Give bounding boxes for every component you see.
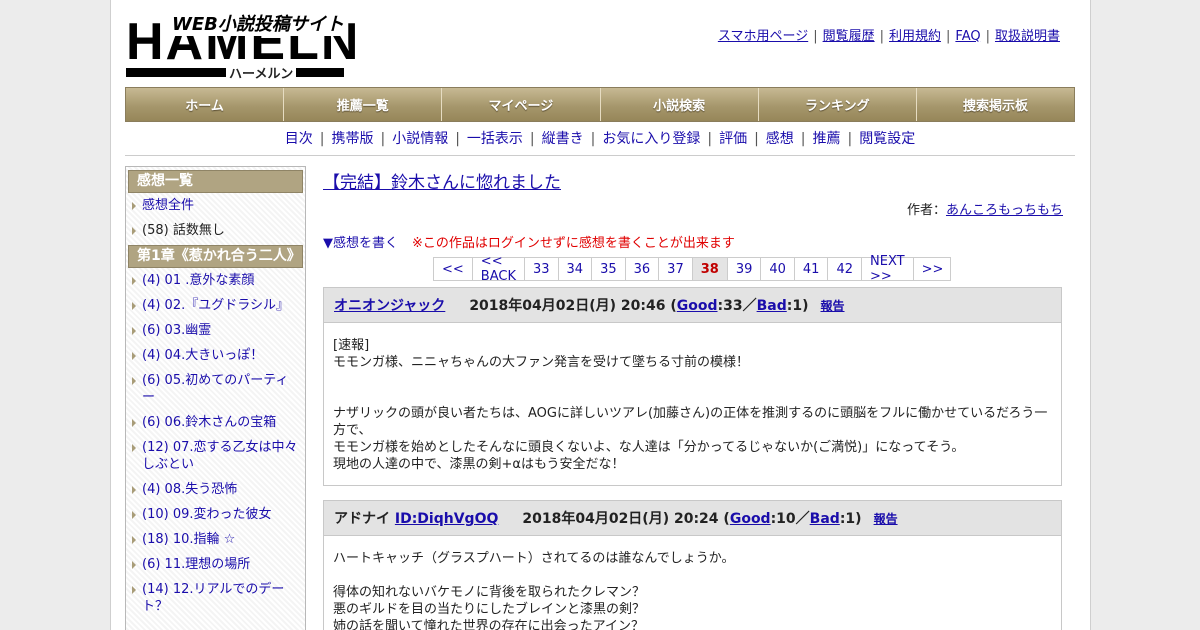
nav-home[interactable]: ホーム: [126, 88, 285, 121]
write-review-row: ▼感想を書く ※この作品はログインせずに感想を書くことが出来ます: [323, 232, 1063, 251]
good-count: :33／: [717, 298, 757, 314]
sidebar-item-episode[interactable]: (6) 03.幽霊: [128, 318, 303, 343]
sidebar-item-episode[interactable]: (4) 04.大きいっぽ！: [128, 343, 303, 368]
review-card: アドナイ ID:DiqhVgOQ 2018年04月02日(月) 20:24 (Go…: [323, 500, 1062, 630]
sidebar-item-episode[interactable]: (6) 05.初めてのパーティー: [128, 368, 303, 410]
page-number[interactable]: 34: [559, 258, 593, 280]
reviewer-name-link[interactable]: オニオンジャック: [334, 298, 445, 314]
review-line: ナザリックの頭が良い者たちは、AOGに詳しいツアレ(加藤さん)の正体を推測するの…: [333, 406, 1048, 438]
good-link[interactable]: Good: [730, 511, 771, 527]
header-links: スマホ用ページ | 閲覧履歴 | 利用規約 | FAQ | 取扱説明書: [717, 29, 1060, 44]
sidebar-item-episode[interactable]: (18) 10.指輪 ☆: [128, 527, 303, 552]
page-number[interactable]: 41: [795, 258, 829, 280]
review-line: モモンガ様を始めとしたそんなに頭良くないよ、な人達は「分かってるじゃないか(ご満…: [333, 440, 965, 455]
logo-sub: ハーメルン: [226, 63, 297, 82]
main-nav: ホーム 推薦一覧 マイページ 小説検索 ランキング 捜索掲示板: [125, 87, 1075, 122]
nav-recommend[interactable]: 推薦一覧: [284, 88, 443, 121]
sidebar-item-episode[interactable]: (4) 02.『ユグドラシル』: [128, 293, 303, 318]
sidebar-item-all[interactable]: 感想全件: [128, 193, 303, 218]
review-body: [速報] モモンガ様、ニニャちゃんの大ファン発言を受けて墜ちる寸前の模様！ ナザ…: [324, 323, 1061, 485]
review-date: 2018年04月02日(月) 20:46: [469, 298, 666, 314]
reviewer-name: アドナイ: [334, 511, 390, 527]
link-faq[interactable]: FAQ: [955, 29, 980, 44]
review-line: ハートキャッチ（グラスプハート）されてるのは誰なんでしょうか。: [333, 551, 735, 566]
sidebar-item-episode[interactable]: (6) 06.鈴木さんの宝箱: [128, 410, 303, 435]
reviewer-id-link[interactable]: ID:DiqhVgOQ: [395, 511, 499, 527]
sidebar-item-episode[interactable]: (14) 12.リアルでのデート？: [128, 577, 303, 619]
link-history[interactable]: 閲覧履歴: [823, 29, 875, 44]
nav-search[interactable]: 小説検索: [600, 88, 759, 121]
nav-ranking[interactable]: ランキング: [758, 88, 917, 121]
page-back[interactable]: << BACK: [473, 254, 525, 284]
subnav-settings[interactable]: 閲覧設定: [859, 131, 915, 147]
page-number[interactable]: 40: [761, 258, 795, 280]
sidebar-item-episode[interactable]: (6) 11.理想の場所: [128, 552, 303, 577]
subnav-info[interactable]: 小説情報: [392, 131, 448, 147]
good-link[interactable]: Good: [677, 298, 718, 314]
sidebar-item-episode[interactable]: (10) 09.変わった彼女: [128, 502, 303, 527]
novel-title: 【完結】鈴木さんに惚れました: [323, 168, 1063, 193]
subnav-all[interactable]: 一括表示: [467, 131, 523, 147]
bad-link[interactable]: Bad: [757, 298, 787, 314]
page-number[interactable]: 36: [626, 258, 660, 280]
review-line: モモンガ様、ニニャちゃんの大ファン発言を受けて墜ちる寸前の模様！: [333, 355, 750, 370]
sidebar-item-episode[interactable]: (4) 01 .意外な素顔: [128, 268, 303, 293]
page-number[interactable]: 37: [659, 258, 693, 280]
review-date: 2018年04月02日(月) 20:24: [522, 511, 719, 527]
subnav-favorite[interactable]: お気に入り登録: [602, 131, 700, 147]
sidebar-item-no-episode: (58) 話数無し: [128, 218, 303, 243]
author-link[interactable]: あんころもっちもち: [946, 203, 1063, 218]
report-link[interactable]: 報告: [874, 512, 898, 526]
sidebar-heading: 感想一覧: [128, 170, 303, 193]
sidebar-chapter-heading: 第1章《惹かれ合う二人》: [128, 245, 303, 268]
sidebar-item-episode[interactable]: (12) 07.恋する乙女は中々しぶとい: [128, 435, 303, 477]
subnav-reviews[interactable]: 感想: [766, 131, 794, 147]
bad-count: :1): [839, 511, 862, 527]
nav-mypage[interactable]: マイページ: [442, 88, 601, 121]
review-card: オニオンジャック 2018年04月02日(月) 20:46 (Good:33／Ba…: [323, 287, 1062, 486]
review-header: アドナイ ID:DiqhVgOQ 2018年04月02日(月) 20:24 (Go…: [324, 501, 1061, 536]
subnav-toc[interactable]: 目次: [285, 131, 313, 147]
page: HAMELN WEB小説投稿サイト ハーメルン スマホ用ページ | 閲覧履歴 | 利用規…: [110, 0, 1091, 630]
subnav-mobile[interactable]: 携帯版: [331, 131, 373, 147]
page-number[interactable]: 33: [525, 258, 559, 280]
good-count: :10／: [770, 511, 810, 527]
page-current: 38: [692, 258, 728, 280]
link-manual[interactable]: 取扱説明書: [995, 29, 1060, 44]
subnav-vertical[interactable]: 縦書き: [542, 131, 584, 147]
page-number[interactable]: 39: [728, 258, 762, 280]
review-line: 現地の人達の中で、漆黒の剣+αはもう安全だな！: [333, 457, 625, 472]
logo-tagline: WEB小説投稿サイト: [170, 10, 346, 36]
novel-title-link[interactable]: 【完結】鈴木さんに惚れました: [323, 173, 561, 193]
page-number[interactable]: 42: [828, 258, 862, 280]
review-line: 悪のギルドを目の当たりにしたブレインと漆黒の剣？: [333, 602, 646, 617]
report-link[interactable]: 報告: [821, 299, 845, 313]
guest-review-notice: ※この作品はログインせずに感想を書くことが出来ます: [412, 236, 735, 251]
sub-nav: 目次 | 携帯版 | 小説情報 | 一括表示 | 縦書き | お気に入り登録 | 評価 | 感想 | 推薦 | 閲覧…: [125, 128, 1075, 156]
write-review-link[interactable]: ▼感想を書く: [323, 236, 398, 251]
pagination: << << BACK 33 34 35 36 37 38 39 40 41 42…: [433, 254, 952, 284]
bad-count: :1): [786, 298, 809, 314]
review-line: 得体の知れないバケモノに背後を取られたクレマン？: [333, 585, 646, 600]
page-last[interactable]: >>: [914, 258, 952, 280]
page-number[interactable]: 35: [592, 258, 626, 280]
main-content: 【完結】鈴木さんに惚れました 作者：あんころもっちもち ▼感想を書く ※この作品は…: [323, 166, 1063, 630]
review-line: [速報]: [333, 338, 370, 353]
page-next[interactable]: NEXT >>: [862, 254, 914, 284]
page-first[interactable]: <<: [434, 258, 473, 280]
sidebar-item-episode[interactable]: (4) 08.失う恐怖: [128, 477, 303, 502]
subnav-recommend[interactable]: 推薦: [813, 131, 841, 147]
bad-link[interactable]: Bad: [810, 511, 840, 527]
author-line: 作者：あんころもっちもち: [323, 199, 1063, 218]
sidebar: 感想一覧 感想全件 (58) 話数無し 第1章《惹かれ合う二人》 (4) 01 …: [125, 166, 306, 630]
review-line: 姉の話を聞いて憧れた世界の存在に出会ったアイン？: [333, 619, 644, 630]
review-header: オニオンジャック 2018年04月02日(月) 20:46 (Good:33／Ba…: [324, 288, 1061, 323]
review-body: ハートキャッチ（グラスプハート）されてるのは誰なんでしょうか。 得体の知れないバ…: [324, 536, 1061, 630]
site-logo[interactable]: HAMELN WEB小説投稿サイト ハーメルン: [126, 8, 358, 82]
nav-board[interactable]: 捜索掲示板: [916, 88, 1075, 121]
author-label: 作者：: [906, 203, 946, 218]
link-terms[interactable]: 利用規約: [889, 29, 941, 44]
link-smartphone[interactable]: スマホ用ページ: [718, 29, 808, 44]
subnav-rate[interactable]: 評価: [719, 131, 747, 147]
